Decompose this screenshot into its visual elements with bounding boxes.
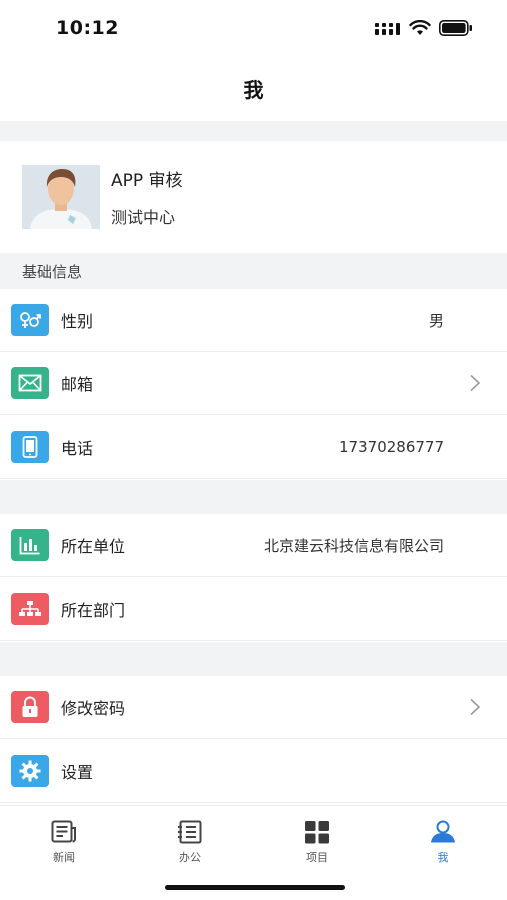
home-indicator — [165, 885, 345, 890]
tab-label-project: 项目 — [306, 851, 328, 864]
building-chart-icon — [11, 529, 49, 561]
news-icon — [51, 820, 76, 843]
row-label-password: 修改密码 — [61, 699, 126, 718]
office-list-icon — [178, 820, 202, 844]
user-icon — [431, 820, 455, 843]
status-bar: 10:12 — [0, 0, 507, 56]
row-value-phone: 17370286777 — [339, 438, 444, 456]
section-divider — [0, 121, 507, 141]
tab-label-news: 新闻 — [53, 851, 75, 864]
section-divider — [0, 480, 507, 514]
row-gender[interactable]: 性别 男 — [0, 289, 507, 352]
row-change-password[interactable]: 修改密码 — [0, 676, 507, 739]
page-title: 我 — [243, 77, 264, 102]
row-label-email: 邮箱 — [61, 375, 94, 394]
row-value-company: 北京建云科技信息有限公司 — [263, 536, 444, 555]
row-label-settings: 设置 — [61, 763, 94, 782]
profile-org: 测试中心 — [111, 208, 176, 227]
section-divider — [0, 642, 507, 676]
gear-icon — [11, 755, 49, 787]
battery-icon — [439, 20, 472, 36]
profile-card[interactable]: APP 审核 测试中心 — [0, 141, 507, 253]
signal-icon — [375, 23, 400, 35]
row-label-company: 所在单位 — [61, 537, 126, 556]
row-label-gender: 性别 — [61, 312, 94, 331]
row-company[interactable]: 所在单位 北京建云科技信息有限公司 — [0, 514, 507, 577]
section-header-basic-info: 基础信息 — [0, 253, 507, 289]
org-chart-icon — [11, 593, 49, 625]
status-time: 10:12 — [56, 17, 119, 39]
phone-icon — [11, 431, 49, 463]
chevron-right-icon — [469, 698, 481, 716]
tab-label-office: 办公 — [179, 851, 201, 864]
profile-name: APP 审核 — [111, 171, 183, 191]
row-settings[interactable]: 设置 — [0, 740, 507, 803]
profile-text: APP 审核 测试中心 — [111, 166, 183, 228]
row-email[interactable]: 邮箱 — [0, 352, 507, 415]
gender-icon — [11, 304, 49, 336]
tab-office[interactable]: 办公 — [150, 820, 230, 865]
wifi-icon — [409, 20, 431, 35]
lock-icon — [11, 691, 49, 723]
row-label-phone: 电话 — [61, 439, 94, 458]
avatar — [22, 165, 100, 229]
status-icons — [375, 20, 473, 36]
chevron-right-icon — [469, 374, 481, 392]
tab-label-me: 我 — [437, 851, 449, 864]
grid-icon — [305, 821, 329, 844]
tab-news[interactable]: 新闻 — [24, 820, 104, 865]
row-label-department: 所在部门 — [61, 601, 126, 620]
tab-project[interactable]: 项目 — [277, 820, 357, 865]
mail-icon — [11, 367, 49, 399]
nav-bar: 我 — [0, 56, 507, 120]
row-phone[interactable]: 电话 17370286777 — [0, 416, 507, 479]
row-department[interactable]: 所在部门 — [0, 578, 507, 641]
row-value-gender: 男 — [428, 311, 444, 330]
tab-me[interactable]: 我 — [403, 820, 483, 865]
